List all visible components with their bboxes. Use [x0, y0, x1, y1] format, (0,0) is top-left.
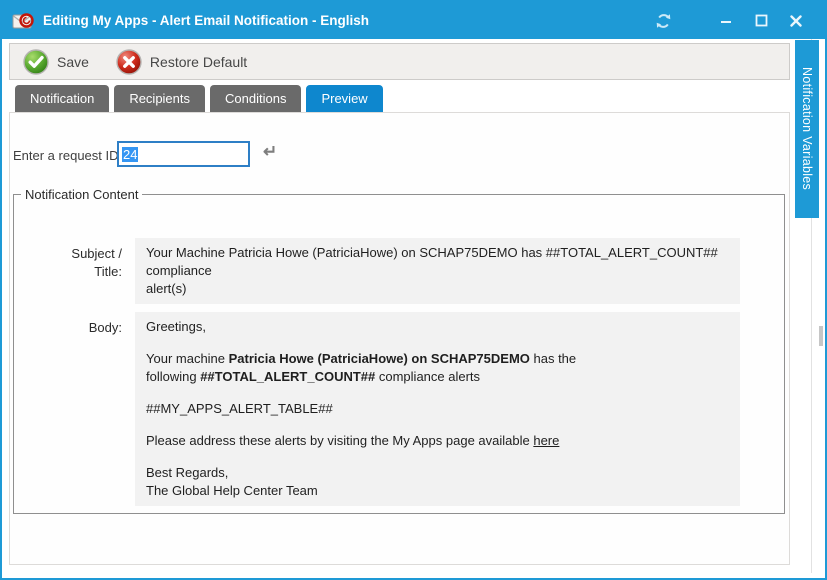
body-paragraph: Your machine Patricia Howe (PatriciaHowe…	[146, 350, 729, 386]
text-run: ##MY_APPS_ALERT_TABLE##	[146, 401, 333, 416]
app-icon	[12, 12, 34, 29]
body-paragraph: Best Regards, The Global Help Center Tea…	[146, 464, 729, 500]
request-id-label: Enter a request ID t	[13, 148, 126, 163]
text-run: Patricia Howe (PatriciaHowe) on SCHAP75D…	[229, 351, 530, 366]
request-id-input[interactable]: 24	[117, 141, 250, 167]
dialog-window: Editing My Apps - Alert Email Notificati…	[0, 0, 827, 580]
text-run: ##TOTAL_ALERT_COUNT##	[200, 369, 375, 384]
notification-variables-tab[interactable]: Notification Variables	[795, 40, 819, 218]
subject-value: Your Machine Patricia Howe (PatriciaHowe…	[135, 238, 740, 304]
tab-notification[interactable]: Notification	[15, 85, 109, 112]
title-bar[interactable]: Editing My Apps - Alert Email Notificati…	[2, 2, 825, 39]
text-run: compliance alerts	[375, 369, 480, 384]
body-paragraph: Please address these alerts by visiting …	[146, 432, 729, 450]
restore-default-button[interactable]: Restore Default	[116, 49, 247, 75]
restore-default-label: Restore Default	[150, 54, 247, 70]
save-button[interactable]: Save	[23, 49, 89, 75]
body-row: Body: Greetings, Your machine Patricia H…	[14, 312, 784, 506]
minimize-icon[interactable]	[715, 10, 737, 32]
subject-row: Subject / Title: Your Machine Patricia H…	[14, 238, 784, 304]
request-id-value: 24	[122, 147, 138, 162]
main-panel: Save Restore Default	[9, 43, 790, 565]
tab-conditions[interactable]: Conditions	[210, 85, 301, 112]
tab-recipients[interactable]: Recipients	[114, 85, 205, 112]
text-run: Your machine	[146, 351, 229, 366]
text-run: Best Regards, The Global Help Center Tea…	[146, 465, 318, 498]
subject-label: Subject / Title:	[14, 238, 135, 304]
text-run: Greetings,	[146, 319, 206, 334]
tab-strip: Notification Recipients Conditions Previ…	[9, 85, 790, 112]
notification-content-groupbox: Notification Content Subject / Title: Yo…	[13, 187, 785, 514]
toolbar: Save Restore Default	[9, 43, 790, 80]
preview-tab-content: Enter a request ID t 24 ↵ Notification C…	[9, 112, 790, 565]
tab-preview[interactable]: Preview	[306, 85, 382, 112]
scrollbar-thumb[interactable]	[819, 326, 823, 346]
close-icon[interactable]	[785, 10, 807, 32]
body-value: Greetings, Your machine Patricia Howe (P…	[135, 312, 740, 506]
restore-default-icon	[116, 49, 142, 75]
here-link[interactable]: here	[533, 433, 559, 448]
window-title: Editing My Apps - Alert Email Notificati…	[43, 13, 369, 28]
text-run: Please address these alerts by visiting …	[146, 433, 533, 448]
return-arrow-icon[interactable]: ↵	[263, 143, 277, 160]
window-controls	[715, 10, 807, 32]
body-paragraph: Greetings,	[146, 318, 729, 336]
body-label: Body:	[14, 312, 135, 506]
refresh-icon[interactable]	[652, 10, 674, 32]
notification-content-legend: Notification Content	[21, 187, 142, 202]
body-paragraph: ##MY_APPS_ALERT_TABLE##	[146, 400, 729, 418]
save-label: Save	[57, 54, 89, 70]
save-icon	[23, 49, 49, 75]
maximize-icon[interactable]	[750, 10, 772, 32]
